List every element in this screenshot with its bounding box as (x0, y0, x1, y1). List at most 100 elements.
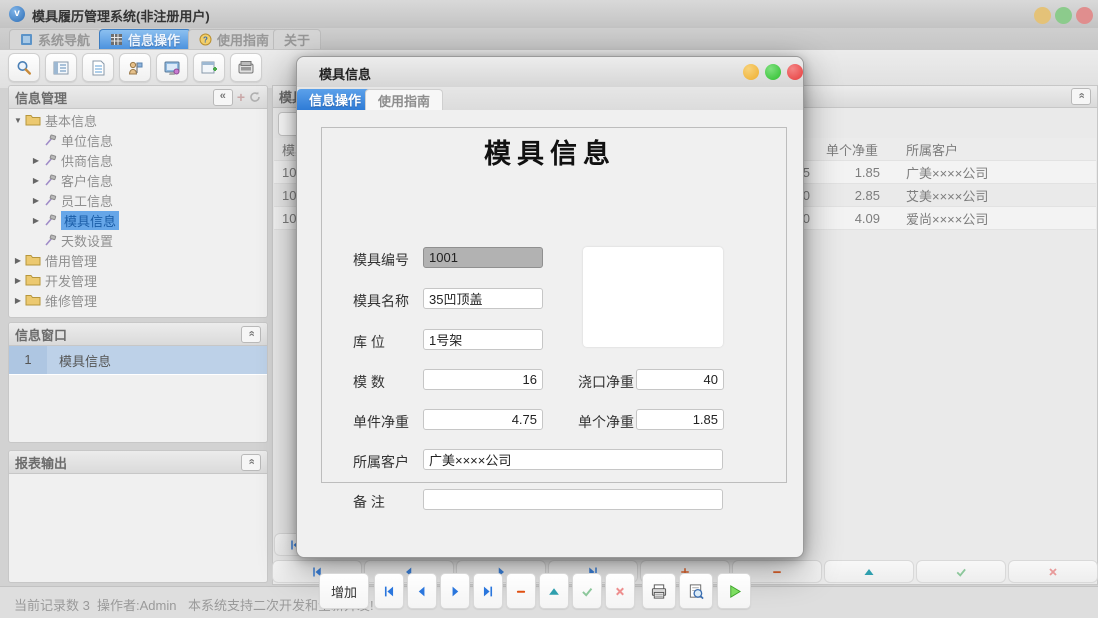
monitor-button[interactable] (156, 53, 188, 82)
dialog-last-button[interactable] (473, 573, 503, 609)
info-window-panel: 信息窗口 « 1 模具信息 (8, 322, 268, 443)
tree-item-borrow-mgmt[interactable]: ▶ 借用管理 (11, 250, 265, 270)
expander-closed-icon: ▶ (11, 296, 25, 305)
dialog-edit-button[interactable] (539, 573, 569, 609)
dialog-first-button[interactable] (374, 573, 404, 609)
col-header[interactable]: 所属客户 (898, 140, 1096, 159)
tree-item-customer-info[interactable]: ▶ 客户信息 (11, 170, 265, 190)
first-icon (382, 585, 396, 598)
single-weight-input[interactable] (636, 409, 724, 430)
collapse-panel-button[interactable]: « (241, 454, 261, 471)
grid-icon (110, 33, 123, 46)
document-button[interactable] (82, 53, 114, 82)
minimize-button[interactable] (1034, 7, 1051, 24)
panel-title: 报表输出 (15, 453, 67, 472)
dialog-maximize-button[interactable] (765, 64, 781, 80)
cavity-count-input[interactable] (423, 369, 543, 390)
edit-record-button[interactable] (824, 560, 914, 583)
collapse-panel-button[interactable]: « (1071, 88, 1091, 105)
dialog-next-button[interactable] (440, 573, 470, 609)
app-logo-icon: v (9, 6, 25, 22)
execute-button[interactable] (717, 573, 751, 609)
tab-label: 信息操作 (128, 30, 180, 49)
help-icon: ? (199, 33, 212, 46)
window-title: 模具履历管理系统(非注册用户) (32, 6, 210, 25)
field-label-piece-weight: 单件净重 (353, 412, 409, 432)
mold-name-input[interactable] (423, 288, 543, 309)
tree-item-unit-info[interactable]: 单位信息 (11, 130, 265, 150)
piece-weight-input[interactable] (423, 409, 543, 430)
window-add-icon (200, 59, 218, 77)
col-header[interactable]: 单个净重 (818, 140, 898, 159)
tree-item-label: 天数设置 (61, 231, 113, 250)
record-count-text: 当前记录数 3 (14, 595, 90, 614)
card-button[interactable] (230, 53, 262, 82)
folder-icon (25, 294, 41, 306)
location-input[interactable] (423, 329, 543, 350)
panel-title: 信息管理 (15, 88, 67, 107)
tree-item-supplier-info[interactable]: ▶ 供商信息 (11, 150, 265, 170)
mold-info-dialog: 模具信息 信息操作 使用指南 模具信息 模具编号 模具名称 库 位 模 数 (296, 56, 804, 558)
tree-item-label: 员工信息 (61, 191, 113, 210)
collapse-panel-button[interactable]: « (241, 326, 261, 343)
tree-item-employee-info[interactable]: ▶ 员工信息 (11, 190, 265, 210)
add-button[interactable]: 增加 (319, 573, 369, 609)
mold-code-input[interactable] (423, 247, 543, 268)
dialog-cancel-button[interactable] (605, 573, 635, 609)
next-icon (448, 585, 462, 598)
employee-button[interactable] (119, 53, 151, 82)
dialog-title-bar: 模具信息 (297, 57, 803, 88)
tree-item-mold-info[interactable]: ▶ 模具信息 (11, 210, 265, 230)
monitor-icon (163, 59, 181, 77)
check-icon (580, 585, 594, 598)
printer-icon (650, 583, 668, 600)
cancel-record-button[interactable] (1008, 560, 1098, 583)
dialog-tab-user-guide[interactable]: 使用指南 (365, 89, 443, 110)
close-button[interactable] (1076, 7, 1093, 24)
dialog-delete-button[interactable] (506, 573, 536, 609)
form-button[interactable] (45, 53, 77, 82)
tool-icon (43, 194, 57, 207)
window-add-button[interactable] (193, 53, 225, 82)
dialog-close-button[interactable] (787, 64, 803, 80)
open-window-list-item[interactable]: 1 模具信息 (9, 346, 267, 375)
gate-weight-input[interactable] (636, 369, 724, 390)
tool-icon (43, 214, 57, 227)
field-label-customer: 所属客户 (353, 452, 409, 472)
tree-item-basic-info[interactable]: ▼ 基本信息 (11, 110, 265, 130)
tree-item-label: 客户信息 (61, 171, 113, 190)
maximize-button[interactable] (1055, 7, 1072, 24)
add-icon[interactable]: + (237, 89, 245, 105)
tab-about[interactable]: 关于 (273, 29, 321, 49)
tab-info-ops[interactable]: 信息操作 (99, 29, 191, 49)
dialog-minimize-button[interactable] (743, 64, 759, 80)
window-label: 模具信息 (47, 351, 111, 370)
tool-icon (43, 134, 57, 147)
tab-user-guide[interactable]: ? 使用指南 (188, 29, 280, 49)
tree-item-label: 维修管理 (45, 291, 97, 310)
refresh-icon[interactable] (249, 91, 261, 103)
tab-system-nav[interactable]: 系统导航 (9, 29, 101, 49)
collapse-panel-button[interactable]: « (213, 89, 233, 106)
tree-item-days-setting[interactable]: 天数设置 (11, 230, 265, 250)
info-management-panel: 信息管理 « + ▼ 基本信息 单位信息 ▶ 供商信息 (8, 85, 268, 318)
search-button[interactable] (8, 53, 40, 82)
folder-icon (25, 274, 41, 286)
print-preview-button[interactable] (679, 573, 713, 609)
field-label-single-weight: 单个净重 (578, 412, 634, 432)
main-tab-bar: 系统导航 信息操作 ? 使用指南 关于 (0, 28, 1098, 50)
dialog-prev-button[interactable] (407, 573, 437, 609)
tree-item-repair-mgmt[interactable]: ▶ 维修管理 (11, 290, 265, 310)
prev-icon (415, 585, 429, 598)
up-triangle-icon (547, 585, 561, 598)
dialog-tab-info-ops[interactable]: 信息操作 (297, 89, 373, 110)
print-button[interactable] (642, 573, 676, 609)
post-record-button[interactable] (916, 560, 1006, 583)
remark-input[interactable] (423, 489, 723, 510)
tree-item-label: 借用管理 (45, 251, 97, 270)
tree-item-dev-mgmt[interactable]: ▶ 开发管理 (11, 270, 265, 290)
info-management-header: 信息管理 « + (9, 86, 267, 109)
user-icon (126, 59, 144, 77)
dialog-post-button[interactable] (572, 573, 602, 609)
customer-input[interactable] (423, 449, 723, 470)
